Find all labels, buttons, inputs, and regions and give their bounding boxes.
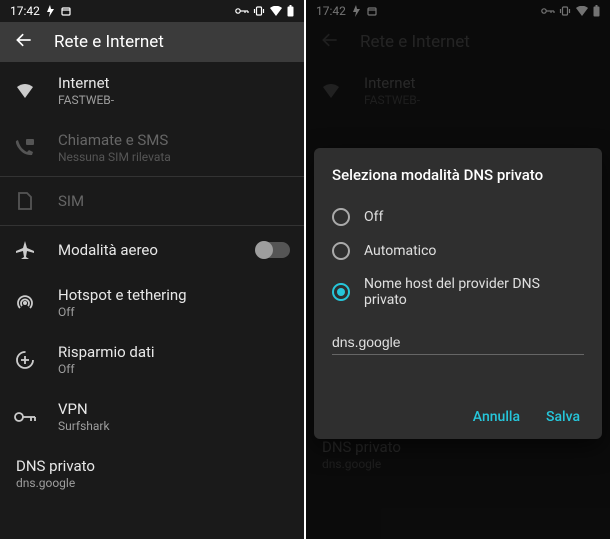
- screen-settings: 17:42 Rete e Internet Internet FASTWEB- …: [0, 0, 304, 539]
- wifi-icon: [14, 83, 36, 99]
- item-hotspot[interactable]: Hotspot e tethering Off: [0, 274, 304, 331]
- calendar-icon: [61, 6, 71, 16]
- radio-auto[interactable]: Automatico: [332, 234, 584, 268]
- item-title: VPN: [58, 400, 290, 418]
- status-time: 17:42: [10, 4, 40, 18]
- settings-list: Internet FASTWEB- Chiamate e SMS Nessuna…: [0, 62, 304, 502]
- page-title: Rete e Internet: [54, 32, 164, 52]
- datasaver-icon: [14, 350, 36, 370]
- radio-icon: [332, 208, 350, 226]
- vibrate-icon: [253, 6, 265, 16]
- radio-label: Nome host del provider DNS privato: [364, 276, 584, 308]
- status-bar: 17:42: [0, 0, 304, 22]
- wifi-icon: [269, 6, 283, 16]
- item-title: Chiamate e SMS: [58, 131, 290, 149]
- cancel-button[interactable]: Annulla: [473, 409, 520, 425]
- key-icon: [235, 7, 249, 15]
- item-internet[interactable]: Internet FASTWEB-: [0, 62, 304, 119]
- radio-icon: [332, 283, 350, 301]
- app-bar: Rete e Internet: [0, 22, 304, 62]
- item-sim: SIM: [0, 177, 304, 225]
- dns-hostname-input[interactable]: [332, 330, 584, 355]
- item-dns[interactable]: DNS privato dns.google: [0, 445, 304, 502]
- item-title: Risparmio dati: [58, 343, 290, 361]
- phone-sms-icon: [14, 139, 36, 157]
- save-button[interactable]: Salva: [546, 409, 580, 425]
- item-title: Internet: [58, 74, 290, 92]
- item-airplane[interactable]: Modalità aereo: [0, 226, 304, 274]
- item-sub: Surfshark: [58, 419, 290, 433]
- screen-dialog: 17:42 Rete e Internet Internet FASTWEB- …: [306, 0, 610, 539]
- hotspot-icon: [14, 293, 36, 313]
- item-title: Hotspot e tethering: [58, 286, 290, 304]
- item-title: Modalità aereo: [58, 241, 234, 259]
- battery-icon: [287, 5, 294, 17]
- radio-icon: [332, 242, 350, 260]
- back-icon[interactable]: [14, 30, 34, 54]
- vpn-key-icon: [14, 411, 36, 423]
- radio-label: Automatico: [364, 243, 436, 259]
- item-sub: FASTWEB-: [58, 93, 290, 107]
- airplane-icon: [14, 240, 36, 260]
- sim-icon: [14, 191, 36, 211]
- item-sub: Off: [58, 305, 290, 319]
- item-sub: dns.google: [16, 476, 290, 490]
- item-sub: Off: [58, 362, 290, 376]
- item-title: DNS privato: [16, 457, 290, 475]
- item-title: SIM: [58, 192, 290, 210]
- item-vpn[interactable]: VPN Surfshark: [0, 388, 304, 445]
- item-sub: Nessuna SIM rilevata: [58, 150, 290, 164]
- dns-dialog: Seleziona modalità DNS privato Off Autom…: [314, 148, 602, 439]
- bolt-icon: [46, 5, 55, 17]
- radio-off[interactable]: Off: [332, 200, 584, 234]
- item-datasaver[interactable]: Risparmio dati Off: [0, 331, 304, 388]
- radio-custom[interactable]: Nome host del provider DNS privato: [332, 268, 584, 316]
- item-calls: Chiamate e SMS Nessuna SIM rilevata: [0, 119, 304, 176]
- dialog-title: Seleziona modalità DNS privato: [332, 166, 584, 184]
- radio-label: Off: [364, 209, 383, 225]
- airplane-switch[interactable]: [256, 242, 290, 258]
